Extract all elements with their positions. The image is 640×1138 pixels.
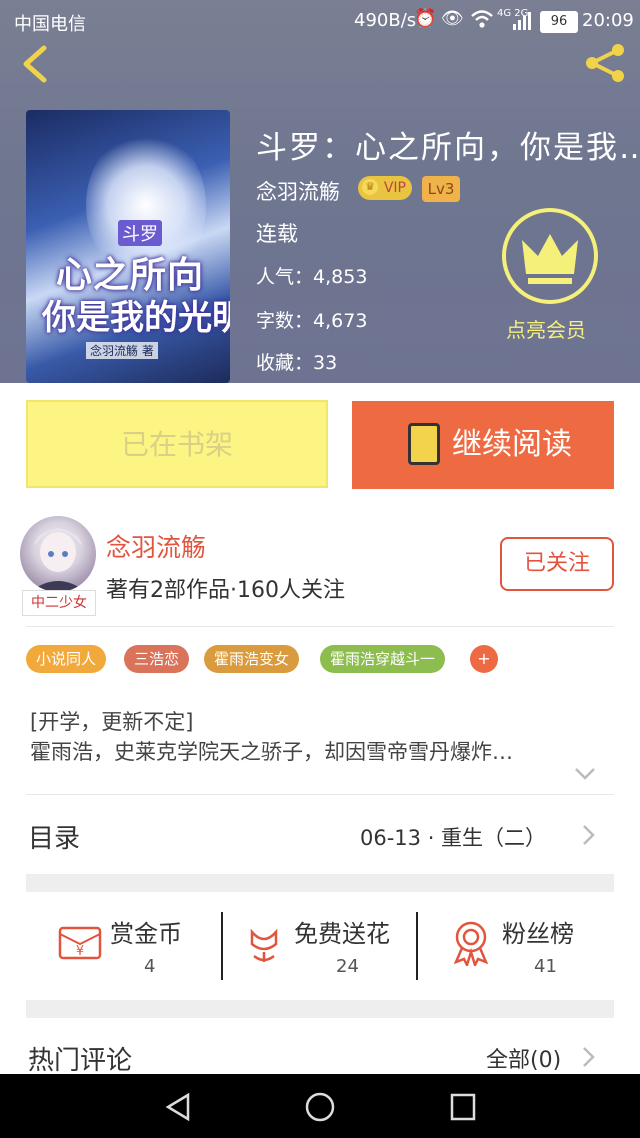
battery-level: 96 [540, 11, 578, 33]
chevron-left-icon [23, 45, 47, 83]
expand-button[interactable] [574, 766, 596, 785]
followed-button[interactable]: 已关注 [500, 537, 614, 591]
more-tags-button[interactable]: + [470, 645, 498, 673]
signal-icon [512, 10, 534, 35]
book-header: 中国电信 490B/s ⏰ 👁 4G 2G 96 20:09 斗罗 心之所向 你… [0, 0, 640, 383]
tag-chip[interactable]: 霍雨浩变女 [204, 645, 300, 673]
chevron-right-icon [582, 1046, 596, 1072]
vip-label: VIP [383, 180, 406, 196]
tag-chip[interactable]: 三浩恋 [124, 645, 190, 673]
reward-value: 41 [534, 956, 557, 977]
reward-value: 4 [144, 956, 156, 977]
carrier-text: 中国电信 [14, 14, 86, 35]
toc-label: 目录 [28, 824, 81, 854]
back-button[interactable] [18, 44, 52, 88]
all-comments-link[interactable]: 全部(0) [486, 1042, 561, 1074]
circle-home-icon [305, 1092, 335, 1122]
words-value: 4,673 [313, 310, 368, 332]
book-title: 斗罗：心之所向，你是我… [256, 130, 640, 166]
crown-icon [522, 234, 578, 284]
popularity-label: 人气： [256, 266, 314, 288]
words-label: 字数： [256, 310, 314, 332]
divider [26, 626, 614, 627]
description-line2: 霍雨浩，史莱克学院天之骄子，却因雪帝雪丹爆炸… [30, 740, 513, 764]
book-author-link[interactable]: 念羽流觞 [256, 176, 340, 206]
reward-label: 粉丝榜 [502, 920, 574, 948]
back-nav-button[interactable] [164, 1092, 192, 1126]
hot-comments-label: 热门评论 [28, 1046, 133, 1074]
author-info: 著有2部作品·160人关注 [106, 578, 345, 603]
system-nav-bar [0, 1074, 640, 1138]
continue-reading-button[interactable]: 继续阅读 [352, 401, 614, 489]
book-cover[interactable]: 斗罗 心之所向 你是我的光明 念羽流觞 著 [26, 110, 230, 383]
svg-text:¥: ¥ [76, 944, 84, 959]
reward-label: 免费送花 [294, 920, 390, 948]
share-icon [586, 44, 624, 82]
award-ribbon-icon [450, 920, 492, 970]
serial-status: 连载 [256, 222, 298, 246]
square-recents-icon [450, 1093, 476, 1121]
popularity-value: 4,853 [313, 266, 368, 288]
favorites-value: 33 [313, 352, 338, 374]
section-gap [26, 1000, 614, 1018]
triangle-back-icon [165, 1092, 190, 1122]
home-nav-button[interactable] [304, 1091, 336, 1127]
author-name[interactable]: 念羽流觞 [106, 528, 206, 564]
divider [26, 794, 614, 795]
alarm-icon: ⏰ [414, 8, 437, 29]
toc-row[interactable]: 目录 06-13 · 重生（二） [26, 806, 614, 866]
member-button[interactable] [502, 208, 598, 304]
reward-coins[interactable]: ¥ 赏金币 4 [26, 900, 222, 984]
chevron-down-icon [575, 768, 595, 780]
network-speed: 490B/s [354, 10, 417, 31]
level-badge: Lv3 [422, 176, 460, 202]
popularity-stat: 人气：4,853 [256, 262, 367, 289]
favorites-stat: 收藏：33 [256, 348, 337, 375]
section-gap [26, 874, 614, 892]
tag-chip[interactable]: 小说同人 [26, 645, 107, 673]
reward-value: 24 [336, 956, 359, 977]
tag-chip[interactable]: 霍雨浩穿越斗一 [320, 645, 446, 673]
cover-author: 念羽流觞 著 [86, 342, 158, 359]
member-label[interactable]: 点亮会员 [506, 314, 586, 343]
wifi-icon [470, 8, 494, 35]
continue-reading-label: 继续阅读 [452, 427, 572, 462]
cover-title-line2: 你是我的光明 [42, 298, 230, 338]
in-shelf-button[interactable]: 已在书架 [26, 400, 328, 488]
eye-icon: 👁 [441, 8, 464, 29]
red-envelope-icon: ¥ [58, 924, 102, 966]
book-icon [408, 423, 440, 465]
share-button[interactable] [582, 42, 628, 88]
reward-fans-rank[interactable]: 粉丝榜 41 [420, 900, 614, 984]
hot-comments-row[interactable]: 热门评论 全部(0) [26, 1030, 614, 1074]
description-line1: [开学，更新不定] [30, 710, 194, 734]
recents-nav-button[interactable] [450, 1093, 476, 1125]
avatar[interactable] [20, 516, 96, 592]
divider [221, 912, 223, 980]
reward-label: 赏金币 [110, 920, 182, 948]
chevron-right-icon [582, 824, 596, 850]
reward-flowers[interactable]: 免费送花 24 [224, 900, 416, 984]
cover-series: 斗罗 [118, 220, 162, 246]
avatar-badge: 中二少女 [22, 590, 96, 616]
crown-icon: ♛ [362, 179, 378, 195]
vip-badge: ♛ VIP [358, 176, 412, 200]
word-count-stat: 字数：4,673 [256, 306, 367, 333]
flower-icon [244, 924, 284, 968]
divider [416, 912, 418, 980]
clock-time: 20:09 [582, 10, 634, 31]
favorites-label: 收藏： [256, 352, 314, 374]
status-bar: 中国电信 490B/s ⏰ 👁 4G 2G 96 20:09 [0, 0, 640, 42]
toc-latest-chapter: 06-13 · 重生（二） [360, 826, 547, 850]
